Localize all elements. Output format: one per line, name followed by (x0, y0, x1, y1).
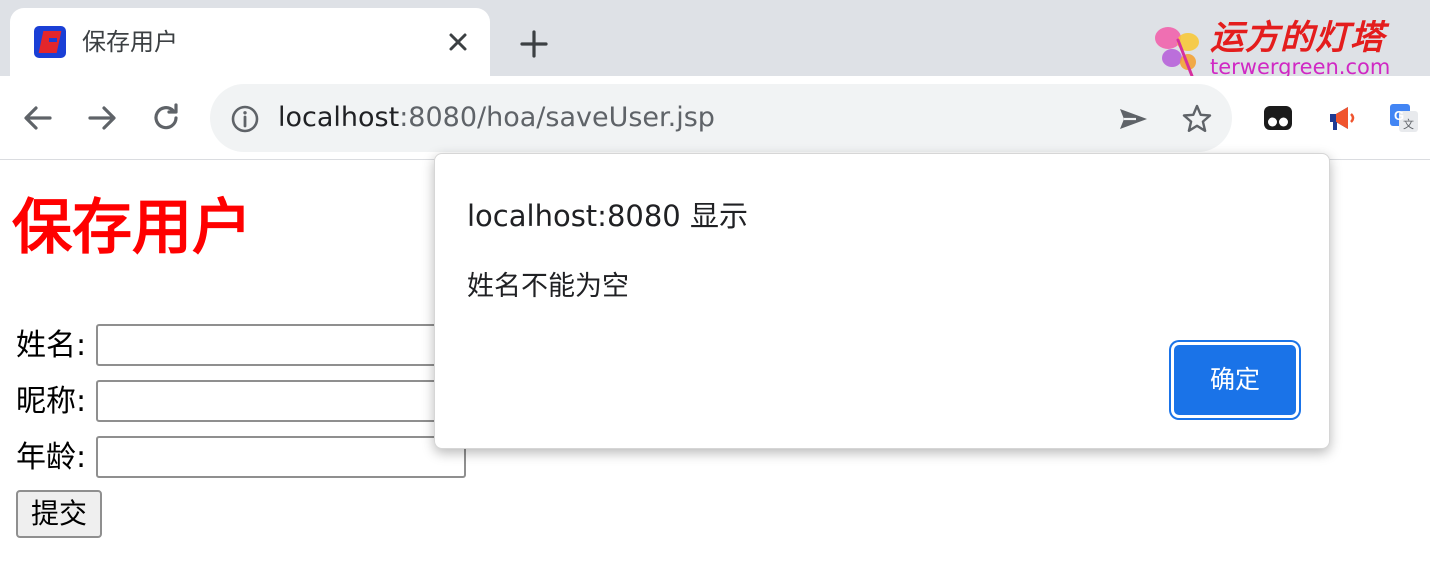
page-title: 保存用户 (12, 193, 252, 263)
ok-button[interactable]: 确定 (1171, 342, 1299, 418)
close-icon[interactable] (442, 26, 474, 58)
megaphone-icon[interactable] (1326, 102, 1358, 134)
dialog-message: 姓名不能为空 (467, 271, 629, 302)
star-icon[interactable] (1180, 102, 1214, 136)
reload-icon[interactable] (148, 100, 184, 136)
tab-title: 保存用户 (82, 28, 178, 56)
watermark: 运方的灯塔 terwergreen.com (1152, 18, 1412, 80)
butterfly-logo-icon (1155, 27, 1199, 78)
tab-strip: 保存用户 运方的灯塔 terwergreen.com (0, 0, 1430, 78)
nickname-label: 昵称: (16, 384, 87, 419)
tab-active[interactable]: 保存用户 (10, 8, 490, 76)
dialog-title: localhost:8080 显示 (467, 199, 748, 233)
name-input[interactable] (96, 324, 466, 366)
info-icon[interactable] (230, 104, 260, 134)
name-label: 姓名: (16, 328, 87, 363)
svg-text:文: 文 (1403, 117, 1414, 131)
url-path: :8080/hoa/saveUser.jsp (399, 102, 715, 133)
submit-button[interactable]: 提交 (16, 490, 102, 538)
address-bar[interactable]: localhost:8080/hoa/saveUser.jsp (210, 84, 1232, 152)
site-favicon-icon (34, 26, 66, 58)
plus-icon[interactable] (516, 26, 552, 62)
url-text: localhost:8080/hoa/saveUser.jsp (278, 101, 715, 135)
arrow-left-icon[interactable] (20, 100, 56, 136)
alert-dialog: localhost:8080 显示 姓名不能为空 确定 (434, 153, 1330, 449)
watermark-chinese: 运方的灯塔 (1210, 18, 1385, 58)
age-input[interactable] (96, 436, 466, 478)
nickname-input[interactable] (96, 380, 466, 422)
age-label: 年龄: (16, 440, 87, 475)
google-translate-icon[interactable]: G 文 (1388, 102, 1420, 134)
tampermonkey-icon[interactable] (1262, 102, 1294, 134)
watermark-site: terwergreen.com (1210, 55, 1391, 79)
url-host: localhost (278, 102, 400, 133)
send-icon[interactable] (1116, 102, 1150, 136)
arrow-right-icon[interactable] (84, 100, 120, 136)
toolbar: localhost:8080/hoa/saveUser.jsp G 文 (0, 76, 1430, 160)
